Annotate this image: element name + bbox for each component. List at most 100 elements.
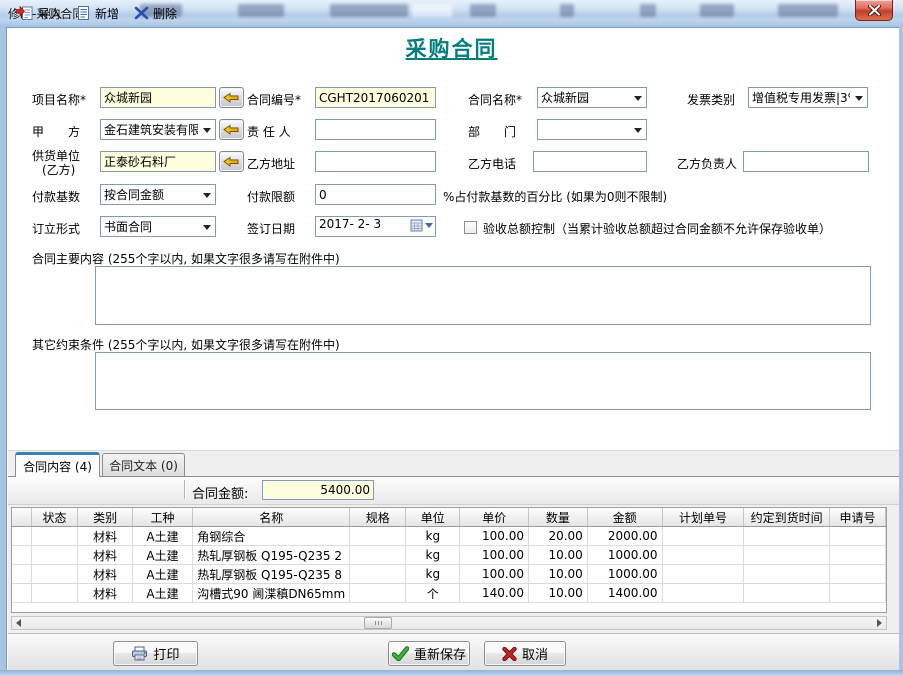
- table-cell[interactable]: [829, 546, 885, 565]
- table-cell[interactable]: 2000.00: [587, 527, 662, 546]
- cancel-button[interactable]: 取消: [484, 641, 566, 666]
- table-cell[interactable]: [31, 527, 78, 546]
- table-cell[interactable]: [744, 584, 829, 603]
- table-cell[interactable]: 材料: [78, 546, 132, 565]
- table-cell[interactable]: 1000.00: [587, 565, 662, 584]
- party-b-manager-input[interactable]: [743, 151, 869, 172]
- contract-no-input[interactable]: [315, 87, 436, 108]
- table-cell[interactable]: 角钢综合: [193, 527, 350, 546]
- table-cell[interactable]: kg: [406, 546, 460, 565]
- table-cell[interactable]: A土建: [132, 565, 192, 584]
- contract-amount-value[interactable]: [262, 480, 374, 500]
- table-cell[interactable]: [744, 546, 829, 565]
- other-terms-textarea[interactable]: [95, 352, 871, 410]
- column-header[interactable]: 数量: [529, 508, 588, 527]
- column-header[interactable]: 单价: [460, 508, 529, 527]
- table-cell[interactable]: kg: [406, 565, 460, 584]
- date-picker-button[interactable]: [410, 219, 433, 232]
- supplier-input[interactable]: [100, 151, 216, 172]
- duty-person-input[interactable]: [315, 119, 436, 140]
- add-row-button[interactable]: 新增: [72, 2, 123, 24]
- table-row[interactable]: 材料A土建热轧厚钢板 Q195-Q235 2 kg100.0010.001000.…: [12, 546, 886, 565]
- table-cell[interactable]: 100.00: [460, 565, 529, 584]
- table-cell[interactable]: 10.00: [529, 565, 588, 584]
- acceptance-control-checkbox[interactable]: [464, 221, 477, 234]
- project-picker-button[interactable]: [219, 87, 244, 108]
- table-cell[interactable]: [662, 565, 744, 584]
- column-header[interactable]: 计划单号: [662, 508, 744, 527]
- table-cell[interactable]: [31, 565, 78, 584]
- table-row[interactable]: 材料A土建角钢综合 kg100.0020.002000.00: [12, 527, 886, 546]
- scroll-left-button[interactable]: [12, 617, 25, 629]
- table-cell[interactable]: [31, 546, 78, 565]
- table-cell[interactable]: 材料: [78, 527, 132, 546]
- column-header[interactable]: 单位: [406, 508, 460, 527]
- table-cell[interactable]: [12, 546, 31, 565]
- party-a-select[interactable]: 金石建筑安装有限公司: [100, 119, 216, 140]
- table-cell[interactable]: [350, 527, 406, 546]
- table-cell[interactable]: [350, 546, 406, 565]
- table-cell[interactable]: A土建: [132, 546, 192, 565]
- column-header[interactable]: 名称: [193, 508, 350, 527]
- table-row[interactable]: 材料A土建沟槽式90 阃渫稹DN65mm 个140.0010.001400.00: [12, 584, 886, 603]
- scroll-right-button[interactable]: [873, 617, 886, 629]
- table-cell[interactable]: 1400.00: [587, 584, 662, 603]
- contract-form-select[interactable]: 书面合同: [100, 216, 216, 237]
- supplier-picker-button[interactable]: [219, 151, 244, 172]
- table-cell[interactable]: 10.00: [529, 546, 588, 565]
- table-cell[interactable]: [662, 546, 744, 565]
- table-cell[interactable]: [829, 527, 885, 546]
- table-cell[interactable]: 热轧厚钢板 Q195-Q235 8: [193, 565, 350, 584]
- table-cell[interactable]: [829, 565, 885, 584]
- table-cell[interactable]: A土建: [132, 584, 192, 603]
- column-header[interactable]: 工种: [132, 508, 192, 527]
- delete-row-button[interactable]: 删除: [130, 2, 181, 24]
- tab-contract-text[interactable]: 合同文本 (0): [102, 453, 185, 477]
- column-header[interactable]: 类别: [78, 508, 132, 527]
- table-cell[interactable]: [662, 584, 744, 603]
- payment-base-select[interactable]: 按合同金额: [100, 184, 216, 205]
- table-cell[interactable]: 材料: [78, 584, 132, 603]
- table-cell[interactable]: 100.00: [460, 527, 529, 546]
- table-cell[interactable]: 热轧厚钢板 Q195-Q235 2: [193, 546, 350, 565]
- save-button[interactable]: 重新保存: [388, 641, 470, 666]
- table-cell[interactable]: 20.00: [529, 527, 588, 546]
- column-header[interactable]: 规格: [350, 508, 406, 527]
- table-cell[interactable]: [12, 527, 31, 546]
- column-header[interactable]: 约定到货时间: [744, 508, 829, 527]
- payment-limit-input[interactable]: [315, 184, 436, 205]
- party-b-phone-input[interactable]: [533, 151, 647, 172]
- table-row[interactable]: 材料A土建热轧厚钢板 Q195-Q235 8 kg100.0010.001000.…: [12, 565, 886, 584]
- table-cell[interactable]: [744, 565, 829, 584]
- table-cell[interactable]: [829, 584, 885, 603]
- column-header[interactable]: [12, 508, 31, 527]
- table-cell[interactable]: 材料: [78, 565, 132, 584]
- table-cell[interactable]: [31, 584, 78, 603]
- column-header[interactable]: 申请号: [829, 508, 885, 527]
- table-cell[interactable]: [662, 527, 744, 546]
- table-cell[interactable]: 个: [406, 584, 460, 603]
- table-cell[interactable]: [12, 565, 31, 584]
- invoice-type-select[interactable]: 增值税专用发票|3%: [748, 87, 868, 108]
- table-cell[interactable]: [744, 527, 829, 546]
- import-button[interactable]: 导入: [12, 2, 66, 24]
- table-cell[interactable]: 1000.00: [587, 546, 662, 565]
- print-button[interactable]: 打印: [113, 641, 198, 666]
- table-cell[interactable]: 沟槽式90 阃渫稹DN65mm: [193, 584, 350, 603]
- table-cell[interactable]: 140.00: [460, 584, 529, 603]
- table-cell[interactable]: [12, 584, 31, 603]
- column-header[interactable]: 状态: [31, 508, 78, 527]
- sign-date-input[interactable]: 2017- 2- 3: [315, 216, 436, 237]
- table-cell[interactable]: A土建: [132, 527, 192, 546]
- table-cell[interactable]: 10.00: [529, 584, 588, 603]
- scrollbar-thumb[interactable]: [364, 617, 392, 629]
- table-cell[interactable]: kg: [406, 527, 460, 546]
- table-cell[interactable]: [350, 584, 406, 603]
- party-a-picker-button[interactable]: [219, 119, 244, 140]
- contract-name-select[interactable]: 众城新园: [537, 87, 647, 108]
- table-cell[interactable]: [350, 565, 406, 584]
- table-cell[interactable]: 100.00: [460, 546, 529, 565]
- column-header[interactable]: 金额: [587, 508, 662, 527]
- horizontal-scrollbar[interactable]: [11, 616, 887, 630]
- party-b-address-input[interactable]: [315, 151, 436, 172]
